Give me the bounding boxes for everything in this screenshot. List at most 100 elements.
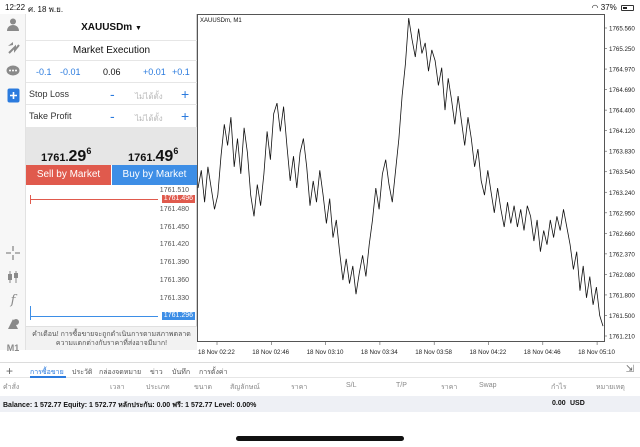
y-tick-label: 1763.540 (609, 169, 635, 176)
account-icon[interactable] (4, 17, 22, 33)
left-toolbar: f M1 (0, 14, 26, 353)
y-tick-label: 1764.970 (609, 67, 635, 74)
depth-level: 1761.360 (159, 277, 189, 284)
new-order-icon[interactable] (4, 88, 22, 104)
trade-icon[interactable] (4, 41, 22, 57)
x-tick-label: 18 Nov 02:46 (252, 349, 289, 356)
collapse-icon[interactable]: ⇲ (626, 364, 634, 375)
ask-tick (30, 195, 31, 204)
execution-type[interactable]: Market Execution (26, 45, 197, 56)
col-tp[interactable]: T/P (396, 382, 407, 389)
lot-plus-0-01-button[interactable]: +0.01 (143, 67, 166, 77)
take-profit-label: Take Profit (29, 111, 72, 121)
stop-loss-label: Stop Loss (29, 89, 70, 99)
ask-price: 1761.496 (128, 146, 179, 165)
balance-row: Balance: 1 572.77 Equity: 1 572.77 หลักป… (0, 396, 640, 412)
x-axis: 18 Nov 02:22 18 Nov 02:46 18 Nov 03:10 18 N… (198, 341, 615, 356)
col-price[interactable]: ราคา (291, 382, 307, 393)
wifi-icon: ◠ (591, 3, 599, 12)
depth-level: 1761.390 (159, 259, 189, 266)
col-volume[interactable]: ขนาด (194, 382, 212, 393)
y-tick-label: 1761.800 (609, 292, 635, 299)
status-time: 12:22 (5, 3, 26, 12)
quote-box: 1761.296 1761.496 (26, 127, 197, 165)
col-order[interactable]: คำสั่ง (3, 382, 19, 393)
status-right: ◠ 37% (592, 3, 634, 12)
chart-title: XAUUSDm, M1 (200, 18, 242, 24)
bid-price: 1761.296 (41, 146, 92, 165)
y-tick-label: 1763.830 (609, 149, 635, 156)
stop-loss-input[interactable]: ไม่ได้ตั้ง (135, 90, 163, 103)
y-tick-label: 1761.210 (609, 334, 635, 341)
timeframe-icon[interactable]: M1 (4, 340, 22, 356)
col-symbol[interactable]: สัญลักษณ์ (230, 382, 260, 393)
y-tick-label: 1762.950 (609, 210, 635, 217)
x-tick-label: 18 Nov 03:58 (415, 349, 452, 356)
y-tick-label: 1764.690 (609, 87, 635, 94)
y-tick-label: 1762.080 (609, 272, 635, 279)
col-profit[interactable]: กำไร (551, 382, 566, 393)
objects-icon[interactable] (4, 317, 22, 333)
depth-level: 1761.480 (159, 206, 189, 213)
divider (26, 40, 197, 41)
divider (26, 82, 197, 83)
lot-size-value[interactable]: 0.06 (103, 67, 121, 77)
y-tick-label: 1765.250 (609, 46, 635, 53)
y-tick-label: 1764.400 (609, 108, 635, 115)
divider (26, 60, 197, 61)
bid-price-tag: 1761.296 (161, 312, 195, 320)
x-tick-label: 18 Nov 04:46 (524, 349, 561, 356)
col-swap[interactable]: Swap (479, 382, 497, 389)
chat-icon[interactable] (4, 65, 22, 81)
take-profit-minus-button[interactable]: - (110, 109, 115, 123)
home-indicator (236, 436, 404, 441)
y-axis: 1765.560 1765.250 1764.970 1764.690 1764.400… (604, 26, 635, 341)
currency: USD (570, 400, 585, 407)
take-profit-plus-button[interactable]: + (181, 109, 189, 123)
indicators-icon[interactable]: f (4, 293, 22, 309)
battery-icon (621, 4, 634, 11)
y-tick-label: 1764.120 (609, 128, 635, 135)
add-icon[interactable]: + (6, 364, 13, 378)
col-sl[interactable]: S/L (346, 382, 357, 389)
plot-area (197, 14, 605, 342)
sell-by-market-button[interactable]: Sell by Market (26, 165, 111, 185)
lot-minus-0-1-button[interactable]: -0.1 (36, 67, 52, 77)
order-panel: XAUUSDm ▼ Market Execution -0.1 -0.01 0.… (26, 14, 197, 350)
bid-tick (30, 306, 31, 320)
y-tick-label: 1761.500 (609, 313, 635, 320)
x-tick-label: 18 Nov 03:34 (361, 349, 398, 356)
col-type[interactable]: ประเภท (146, 382, 170, 393)
y-tick-label: 1765.560 (609, 26, 635, 33)
x-tick-label: 18 Nov 04:22 (470, 349, 507, 356)
y-tick-label: 1763.240 (609, 190, 635, 197)
take-profit-input[interactable]: ไม่ได้ตั้ง (135, 112, 163, 125)
col-current-price[interactable]: ราคา (441, 382, 457, 393)
x-tick-label: 18 Nov 03:10 (307, 349, 344, 356)
depth-level: 1761.510 (159, 187, 189, 194)
execution-warning: คำเตือน! การซื้อขายจะถูกดำเนินการตามสภาพ… (26, 326, 197, 350)
lot-minus-0-01-button[interactable]: -0.01 (60, 67, 81, 77)
chart-svg: XAUUSDm, M1 1765.560 1765.250 1764.970 1764… (197, 14, 635, 356)
col-comment[interactable]: หมายเหตุ (596, 382, 625, 393)
x-tick-label: 18 Nov 05:10 (578, 349, 615, 356)
status-bar: 12:22 ศ. 18 พ.ย. ◠ 37% (0, 0, 640, 14)
bid-line (30, 316, 158, 317)
y-tick-label: 1762.370 (609, 251, 635, 258)
total-profit: 0.00 (552, 400, 566, 407)
symbol-name: XAUUSDm (81, 22, 133, 33)
bottom-tabs: + การซื้อขาย ประวัติ กล่องจดหมาย ข่าว บั… (0, 362, 640, 378)
ask-line (30, 199, 158, 200)
symbol-selector[interactable]: XAUUSDm ▼ (26, 22, 197, 33)
col-time[interactable]: เวลา (110, 382, 125, 393)
crosshair-icon[interactable] (4, 246, 22, 262)
stop-loss-minus-button[interactable]: - (110, 87, 115, 101)
lot-plus-0-1-button[interactable]: +0.1 (172, 67, 190, 77)
stop-loss-plus-button[interactable]: + (181, 87, 189, 101)
y-tick-label: 1762.660 (609, 231, 635, 238)
buy-by-market-button[interactable]: Buy by Market (112, 165, 197, 185)
candles-icon[interactable] (4, 270, 22, 286)
divider (26, 104, 197, 105)
orders-table-header: คำสั่ง เวลา ประเภท ขนาด สัญลักษณ์ ราคา S… (0, 378, 640, 394)
price-chart[interactable]: XAUUSDm, M1 1765.560 1765.250 1764.970 1764… (197, 14, 640, 362)
